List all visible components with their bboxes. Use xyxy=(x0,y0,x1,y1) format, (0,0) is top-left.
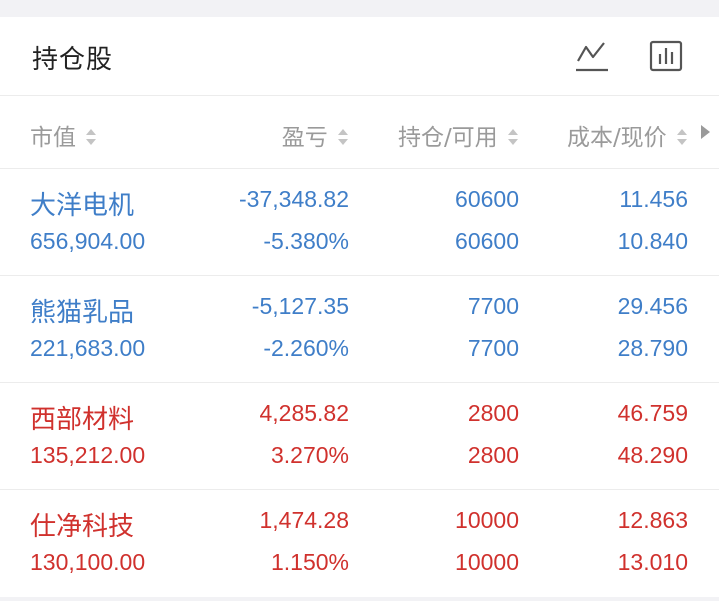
profit-percent: -2.260% xyxy=(263,335,349,361)
column-market-value-label: 市值 xyxy=(30,125,76,151)
position-quantity: 7700 xyxy=(467,293,519,319)
cost-price: 12.863 xyxy=(617,507,688,533)
cost-price: 11.456 xyxy=(619,186,688,212)
bar-chart-icon[interactable] xyxy=(648,39,684,73)
column-cost-price[interactable]: 成本/现价 xyxy=(567,118,688,152)
position-quantity: 10000 xyxy=(455,507,519,533)
cost-price: 46.759 xyxy=(617,400,688,426)
available-quantity: 7700 xyxy=(467,335,519,361)
column-cost-price-label: 成本/现价 xyxy=(566,125,667,151)
profit-percent: -5.380% xyxy=(263,228,349,254)
market-value: 656,904.00 xyxy=(30,228,146,254)
column-market-value[interactable]: 市值 xyxy=(30,118,97,152)
profit-amount: -5,127.35 xyxy=(251,293,349,319)
stock-name: 仕净科技 xyxy=(30,512,135,542)
column-position-available[interactable]: 持仓/可用 xyxy=(398,118,519,152)
current-price: 28.790 xyxy=(617,335,688,361)
market-value: 130,100.00 xyxy=(30,549,146,575)
stock-name: 西部材料 xyxy=(30,405,135,435)
position-quantity: 60600 xyxy=(455,186,519,212)
sort-icon xyxy=(86,128,97,145)
holding-row[interactable]: 仕净科技 130,100.00 1,474.28 1.150% 10000 10… xyxy=(0,490,719,596)
market-value: 135,212.00 xyxy=(30,442,146,468)
holdings-card: 持仓股 市值 盈亏 持仓/可用 成本/现价 大洋电机 656,904.00 -3… xyxy=(0,17,719,597)
line-chart-icon[interactable] xyxy=(574,39,610,73)
column-profit-loss-label: 盈亏 xyxy=(281,125,328,151)
column-profit-loss[interactable]: 盈亏 xyxy=(282,118,349,152)
profit-amount: 1,474.28 xyxy=(259,507,349,533)
scroll-right-arrow-icon[interactable] xyxy=(699,124,711,140)
cost-price: 29.456 xyxy=(617,293,688,319)
profit-percent: 3.270% xyxy=(270,442,349,468)
stock-name: 大洋电机 xyxy=(30,191,135,221)
column-header-row: 市值 盈亏 持仓/可用 成本/现价 xyxy=(0,96,719,169)
stock-name: 熊猫乳品 xyxy=(30,298,135,328)
holdings-header: 持仓股 xyxy=(0,17,719,96)
sort-icon xyxy=(508,128,518,145)
profit-amount: 4,285.82 xyxy=(259,400,349,426)
position-quantity: 2800 xyxy=(467,400,519,426)
holding-row[interactable]: 熊猫乳品 221,683.00 -5,127.35 -2.260% 7700 7… xyxy=(0,276,719,383)
available-quantity: 2800 xyxy=(467,442,519,468)
market-value: 221,683.00 xyxy=(30,335,146,361)
current-price: 48.290 xyxy=(617,442,688,468)
sort-icon xyxy=(677,128,687,145)
current-price: 13.010 xyxy=(617,549,688,575)
current-price: 10.840 xyxy=(617,228,688,254)
sort-icon xyxy=(338,128,348,145)
profit-percent: 1.150% xyxy=(270,549,349,575)
available-quantity: 60600 xyxy=(455,228,519,254)
page-title: 持仓股 xyxy=(32,45,114,75)
available-quantity: 10000 xyxy=(455,549,519,575)
holding-row[interactable]: 大洋电机 656,904.00 -37,348.82 -5.380% 60600… xyxy=(0,169,719,276)
holding-row[interactable]: 西部材料 135,212.00 4,285.82 3.270% 2800 280… xyxy=(0,383,719,490)
profit-amount: -37,348.82 xyxy=(239,186,349,212)
column-position-available-label: 持仓/可用 xyxy=(397,125,498,151)
